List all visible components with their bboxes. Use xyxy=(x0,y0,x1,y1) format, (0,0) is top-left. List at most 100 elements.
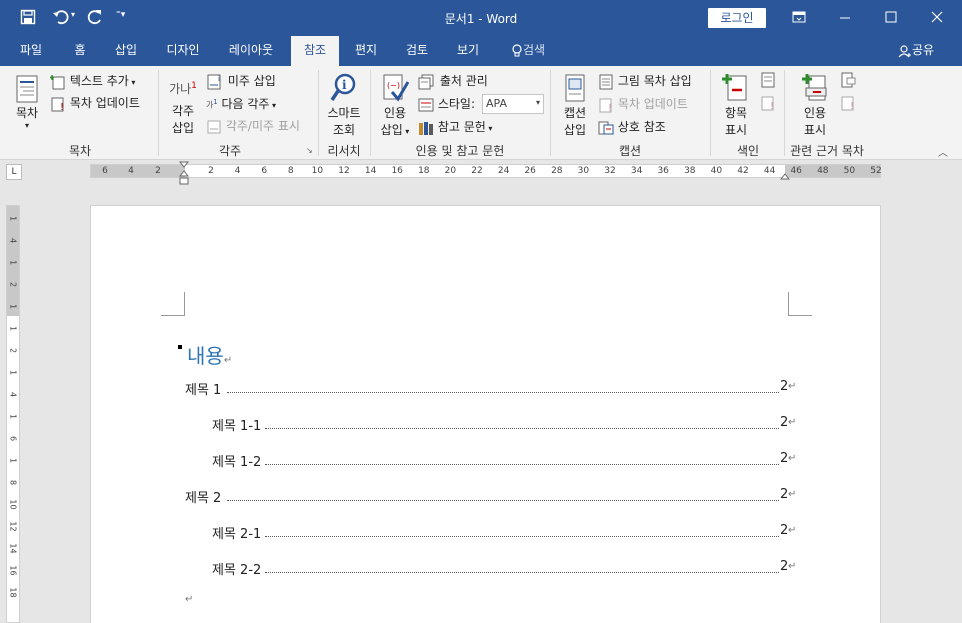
citation-icon: (−) xyxy=(380,72,410,104)
insert-endnote-label: 미주 삽입 xyxy=(227,74,276,88)
ribbon-display-options-icon[interactable] xyxy=(776,0,822,36)
toc-entry-text: 제목 1 xyxy=(185,383,222,398)
smart-lookup-label-2: 조회 xyxy=(332,123,356,137)
group-separator xyxy=(710,70,711,156)
toc-leader-dots xyxy=(227,500,779,501)
tab-design[interactable]: 디자인 xyxy=(156,36,210,66)
paragraph-mark: ↵ xyxy=(788,381,797,392)
footnotes-dialog-launcher-icon[interactable]: ↘ xyxy=(306,146,313,155)
share-button[interactable]: 공유 xyxy=(888,36,944,66)
svg-text:i: i xyxy=(342,78,347,92)
insert-caption-label-2: 삽입 xyxy=(563,123,587,137)
ruler-number: 6 xyxy=(261,166,268,176)
tab-review[interactable]: 검토 xyxy=(394,36,440,66)
tell-me-search[interactable]: 검색 xyxy=(500,36,556,66)
svg-text:!: ! xyxy=(608,103,612,113)
insert-footnote-button[interactable]: 가나1 각주 삽입 xyxy=(164,72,202,138)
toc-label: 목차 xyxy=(15,106,39,120)
insert-citation-button[interactable]: (−) 인용 삽입 ▾ xyxy=(374,72,416,138)
toc-button[interactable]: 목차 ▾ xyxy=(8,72,46,136)
insert-tof-label: 그림 목차 삽입 xyxy=(617,74,692,88)
update-toa-icon[interactable]: ! xyxy=(840,95,856,111)
ruler-number: 34 xyxy=(630,166,643,176)
indent-marker[interactable] xyxy=(179,161,189,187)
ruler-number: 12 xyxy=(8,521,18,532)
ruler-number: 8 xyxy=(8,479,18,486)
tab-file[interactable]: 파일 xyxy=(10,36,52,66)
save-icon[interactable] xyxy=(20,9,40,29)
ruler-number: 1 xyxy=(8,259,18,266)
group-label-index: 색인 xyxy=(736,144,760,158)
tab-references[interactable]: 참조 xyxy=(291,36,339,66)
add-text-icon xyxy=(50,74,66,90)
ruler-number: 1 xyxy=(8,413,18,420)
toc-heading[interactable]: 내용↵ xyxy=(187,340,232,369)
customize-qat-icon[interactable]: ⁼▾ xyxy=(116,10,125,20)
insert-index-icon[interactable] xyxy=(760,72,776,88)
citation-style-select[interactable]: APA ▾ xyxy=(482,94,544,114)
document-page[interactable]: 내용↵ 제목 1 2 ↵ 제목 1-1 2 ↵ 제목 1-2 2 ↵ 제목 2 2 ↵ 제목 2-1 2 ↵… xyxy=(90,205,881,623)
right-indent-marker[interactable] xyxy=(780,172,790,180)
paragraph-mark: ↵ xyxy=(788,489,797,500)
insert-citation-label-1: 인용 xyxy=(383,106,407,120)
horizontal-ruler[interactable]: 6 4 2 2 4 6 8 10 12 14 16 18 20 22 24 26 28 30 32 34 36 38… xyxy=(90,164,882,178)
minimize-icon[interactable] xyxy=(822,0,868,36)
close-icon[interactable] xyxy=(914,0,960,36)
insert-tof-button[interactable]: 그림 목차 삽입 xyxy=(598,72,692,90)
login-button[interactable]: 로그인 xyxy=(708,8,766,28)
ruler-number: 12 xyxy=(338,166,350,176)
manage-sources-button[interactable]: 출처 관리 xyxy=(418,72,488,90)
tab-home[interactable]: 홈 xyxy=(62,36,98,66)
bibliography-button[interactable]: 참고 문헌 ▾ xyxy=(418,118,492,136)
insert-footnote-label-1: 각주 xyxy=(171,104,195,118)
smart-lookup-button[interactable]: i 스마트 조회 xyxy=(322,72,366,138)
collapse-ribbon-icon[interactable]: ︿ xyxy=(938,144,948,159)
paragraph-mark: ↵ xyxy=(788,453,797,464)
ruler-number: 22 xyxy=(471,166,483,176)
ruler-number: 48 xyxy=(817,166,829,176)
update-toc-button[interactable]: ! 목차 업데이트 xyxy=(50,94,140,114)
tab-layout[interactable]: 레이아웃 xyxy=(218,36,284,66)
next-footnote-button[interactable]: 가1 다음 각주 ▾ xyxy=(206,95,276,112)
add-text-button[interactable]: 텍스트 추가 ▾ xyxy=(50,72,135,92)
redo-icon[interactable] xyxy=(86,8,106,28)
group-label-footnotes: 각주 xyxy=(218,144,242,158)
toc-entry-text: 제목 2-2 xyxy=(212,563,262,578)
tab-insert[interactable]: 삽입 xyxy=(104,36,148,66)
cross-reference-button[interactable]: 상호 참조 xyxy=(598,118,666,136)
tell-me-label: 검색 xyxy=(522,43,546,57)
update-toc-label: 목차 업데이트 xyxy=(69,96,140,110)
svg-text:i: i xyxy=(218,75,220,83)
insert-endnote-button[interactable]: i 미주 삽입 xyxy=(206,72,276,90)
update-index-icon[interactable]: ! xyxy=(760,95,776,111)
ruler-number: 8 xyxy=(287,166,294,176)
ruler-number: 42 xyxy=(737,166,749,176)
update-toc-icon: ! xyxy=(50,96,66,112)
toc-icon xyxy=(14,74,40,104)
toc-entry-text: 제목 2-1 xyxy=(212,527,262,542)
update-table-button[interactable]: ! 목차 업데이트 xyxy=(598,95,688,113)
mark-entry-button[interactable]: 항목 표시 xyxy=(716,72,756,138)
tab-selector[interactable]: L xyxy=(6,164,22,180)
insert-caption-button[interactable]: 캡션 삽입 xyxy=(556,72,594,138)
show-notes-button[interactable]: 각주/미주 표시 xyxy=(206,117,300,135)
mark-citation-label-2: 표시 xyxy=(803,123,827,137)
group-label-toc: 목차 xyxy=(68,144,92,158)
insert-toa-icon[interactable] xyxy=(840,72,856,88)
magnifier-icon: i xyxy=(329,72,359,104)
bibliography-label: 참고 문헌 xyxy=(437,120,486,134)
maximize-icon[interactable] xyxy=(868,0,914,36)
share-label: 공유 xyxy=(911,43,935,57)
vertical-ruler[interactable]: 1 4 1 2 1 1 2 1 4 1 6 1 8 10 12 14 16 18 xyxy=(6,205,20,623)
caption-icon xyxy=(562,72,588,104)
tab-view[interactable]: 보기 xyxy=(446,36,490,66)
undo-dropdown-icon[interactable]: ▾ xyxy=(71,10,75,19)
undo-icon[interactable] xyxy=(52,8,72,28)
tab-mailings[interactable]: 편지 xyxy=(344,36,388,66)
mark-citation-button[interactable]: 인용 표시 xyxy=(794,72,836,138)
style-icon xyxy=(418,97,434,113)
next-footnote-icon: 가1 xyxy=(206,98,218,110)
ruler-number: 2 xyxy=(208,166,214,176)
group-label-toa: 관련 근거 목차 xyxy=(790,144,864,158)
ruler-number: 1 xyxy=(8,215,18,222)
